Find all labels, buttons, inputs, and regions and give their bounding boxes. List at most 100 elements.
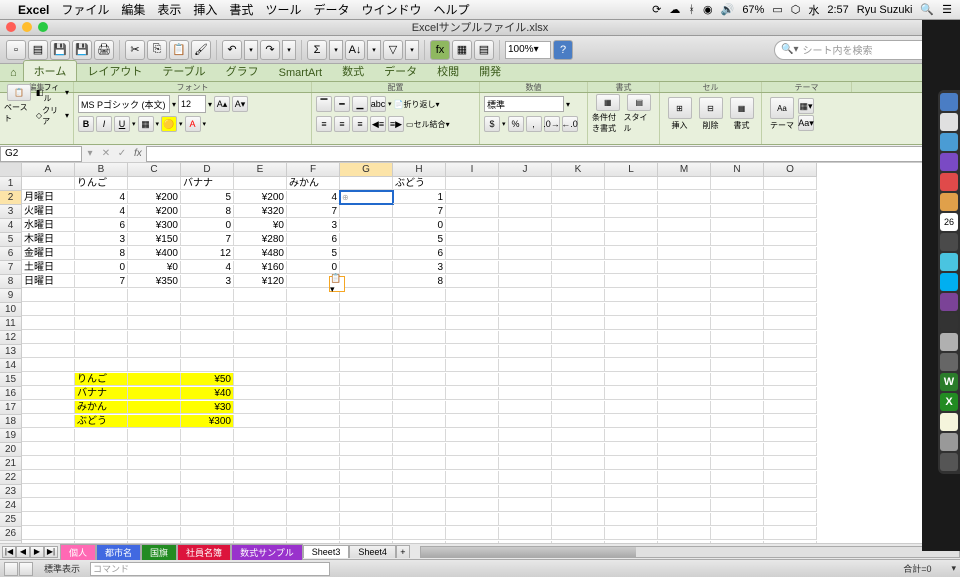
user-name[interactable]: Ryu Suzuki (857, 4, 913, 16)
cell-N3[interactable] (711, 205, 764, 218)
cell-A3[interactable]: 火曜日 (22, 205, 75, 218)
cut-button[interactable]: ✂ (125, 40, 145, 60)
minimize-window-button[interactable] (22, 22, 32, 32)
cell-C11[interactable] (128, 317, 181, 330)
cell-E22[interactable] (234, 471, 287, 484)
cell-M4[interactable] (658, 219, 711, 232)
cell-H23[interactable] (393, 485, 446, 498)
cell-B6[interactable]: 8 (75, 247, 128, 260)
save-button[interactable]: 💾 (50, 40, 70, 60)
wifi-icon[interactable]: ◉ (703, 3, 713, 16)
cell-M3[interactable] (658, 205, 711, 218)
cell-G20[interactable] (340, 443, 393, 456)
cell-N8[interactable] (711, 275, 764, 288)
cell-L16[interactable] (605, 387, 658, 400)
cell-O17[interactable] (764, 401, 817, 414)
cell-J23[interactable] (499, 485, 552, 498)
cell-A13[interactable] (22, 345, 75, 358)
dock-icon-word[interactable]: W (940, 373, 958, 391)
cell-N15[interactable] (711, 373, 764, 386)
app-name[interactable]: Excel (18, 3, 49, 17)
cell-A1[interactable] (22, 177, 75, 190)
dock-icon-calendar[interactable]: 26 (940, 213, 958, 231)
cell-M20[interactable] (658, 443, 711, 456)
col-header-E[interactable]: E (234, 163, 287, 177)
font-name-select[interactable]: MS Pゴシック (本文) (78, 95, 170, 113)
cell-I16[interactable] (446, 387, 499, 400)
cell-A17[interactable] (22, 401, 75, 414)
cell-C7[interactable]: ¥0 (128, 261, 181, 274)
cell-L24[interactable] (605, 499, 658, 512)
cell-K2[interactable] (552, 191, 605, 204)
cell-B21[interactable] (75, 457, 128, 470)
cell-J26[interactable] (499, 527, 552, 540)
cell-I26[interactable] (446, 527, 499, 540)
cell-O8[interactable] (764, 275, 817, 288)
cell-O20[interactable] (764, 443, 817, 456)
cell-K20[interactable] (552, 443, 605, 456)
cell-B15[interactable]: りんご (75, 373, 128, 386)
cell-F18[interactable] (287, 415, 340, 428)
cell-F25[interactable] (287, 513, 340, 526)
cell-O12[interactable] (764, 331, 817, 344)
cell-M18[interactable] (658, 415, 711, 428)
cell-K16[interactable] (552, 387, 605, 400)
cell-C5[interactable]: ¥150 (128, 233, 181, 246)
cell-I8[interactable] (446, 275, 499, 288)
sheet-nav-prev[interactable]: ◀ (16, 546, 30, 558)
cell-H24[interactable] (393, 499, 446, 512)
cell-E6[interactable]: ¥480 (234, 247, 287, 260)
cell-I17[interactable] (446, 401, 499, 414)
cell-E13[interactable] (234, 345, 287, 358)
row-header-18[interactable]: 18 (0, 415, 22, 429)
cell-L3[interactable] (605, 205, 658, 218)
toolbox-button[interactable]: fx (430, 40, 450, 60)
cell-J13[interactable] (499, 345, 552, 358)
cell-D14[interactable] (181, 359, 234, 372)
cell-K17[interactable] (552, 401, 605, 414)
cell-E15[interactable] (234, 373, 287, 386)
cell-A8[interactable]: 日曜日 (22, 275, 75, 288)
cell-K1[interactable] (552, 177, 605, 190)
cell-O7[interactable] (764, 261, 817, 274)
align-center-button[interactable]: ≡ (334, 116, 350, 132)
row-header-14[interactable]: 14 (0, 359, 22, 373)
cell-L7[interactable] (605, 261, 658, 274)
row-header-11[interactable]: 11 (0, 317, 22, 331)
cell-M2[interactable] (658, 191, 711, 204)
cell-J2[interactable] (499, 191, 552, 204)
cell-N17[interactable] (711, 401, 764, 414)
cell-A15[interactable] (22, 373, 75, 386)
menu-help[interactable]: ヘルプ (433, 1, 469, 18)
themes-button[interactable]: Aaテーマ (766, 94, 798, 134)
cell-E26[interactable] (234, 527, 287, 540)
cell-F17[interactable] (287, 401, 340, 414)
border-button[interactable]: ▦ (138, 116, 154, 132)
increase-font-button[interactable]: A▴ (214, 96, 230, 112)
cell-G12[interactable] (340, 331, 393, 344)
cell-F10[interactable] (287, 303, 340, 316)
cell-D15[interactable]: ¥50 (181, 373, 234, 386)
row-header-3[interactable]: 3 (0, 205, 22, 219)
cell-L5[interactable] (605, 233, 658, 246)
fill-button[interactable]: ◧ フィル▾ (36, 82, 69, 104)
cell-A11[interactable] (22, 317, 75, 330)
cell-J12[interactable] (499, 331, 552, 344)
dock-icon[interactable] (940, 113, 958, 131)
sheet-nav-first[interactable]: |◀ (2, 546, 16, 558)
cell-L2[interactable] (605, 191, 658, 204)
row-header-12[interactable]: 12 (0, 331, 22, 345)
cell-K13[interactable] (552, 345, 605, 358)
cell-B14[interactable] (75, 359, 128, 372)
cell-A19[interactable] (22, 429, 75, 442)
bold-button[interactable]: B (78, 116, 94, 132)
cell-J19[interactable] (499, 429, 552, 442)
cell-J4[interactable] (499, 219, 552, 232)
cell-K4[interactable] (552, 219, 605, 232)
spreadsheet-grid[interactable]: ABCDEFGHIJKLMNO1りんごバナナみかんぶどう2月曜日4¥2005¥2… (0, 163, 960, 543)
cell-C13[interactable] (128, 345, 181, 358)
autosum-dropdown[interactable]: ▾ (329, 40, 343, 60)
cell-O24[interactable] (764, 499, 817, 512)
cell-H15[interactable] (393, 373, 446, 386)
cell-F13[interactable] (287, 345, 340, 358)
